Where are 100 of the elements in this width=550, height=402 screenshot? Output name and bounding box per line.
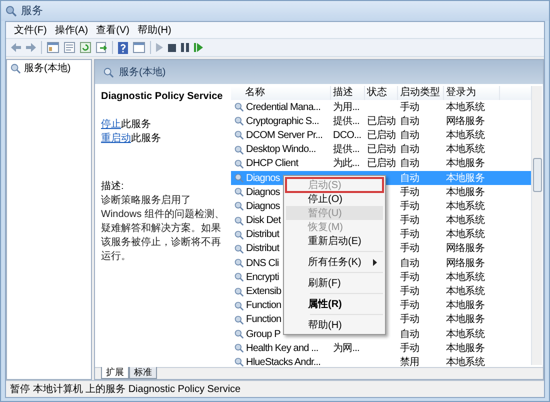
service-icon bbox=[234, 201, 244, 212]
table-cell-text: 本地服务 bbox=[446, 172, 484, 186]
menu-item[interactable]: 刷新(F) bbox=[286, 276, 383, 290]
service-icon bbox=[234, 130, 244, 140]
menu-item[interactable]: 帮助(H) bbox=[137, 22, 172, 38]
table-cell-text: DHCP Client bbox=[246, 157, 298, 172]
tab[interactable]: 标准 bbox=[129, 367, 157, 379]
service-icon bbox=[234, 272, 244, 282]
table-cell-text: Group P bbox=[246, 328, 280, 342]
table-cell-text: Function bbox=[246, 313, 282, 328]
service-icon bbox=[234, 286, 244, 297]
menu-item[interactable]: 查看(V) bbox=[96, 22, 130, 38]
service-icon bbox=[5, 5, 17, 17]
column-header[interactable]: 状态 bbox=[365, 86, 398, 100]
table-cell-text: 为此... bbox=[333, 156, 360, 172]
table-cell-text: 手动 bbox=[400, 312, 420, 328]
table-cell-text: 手动 bbox=[400, 200, 420, 214]
service-icon bbox=[10, 63, 21, 74]
service-icon bbox=[234, 314, 244, 325]
menu-item[interactable]: 重新启动(E) bbox=[286, 234, 383, 248]
menu-item[interactable]: 帮助(H) bbox=[286, 318, 383, 332]
table-cell-text: 手动 bbox=[400, 298, 420, 314]
service-title: Diagnostic Policy Service bbox=[101, 90, 224, 104]
table-cell-text: Distribut bbox=[246, 242, 280, 256]
service-icon bbox=[234, 116, 244, 126]
back-icon[interactable] bbox=[11, 43, 21, 52]
column-header[interactable]: 启动类型 bbox=[398, 86, 444, 100]
table-cell-text: 自动 bbox=[400, 128, 420, 143]
table-cell-text: Desktop Windo... bbox=[246, 143, 316, 158]
table-cell-text: 已启动 bbox=[367, 128, 396, 143]
export-icon[interactable] bbox=[96, 42, 107, 53]
window-title: 服务 bbox=[21, 4, 43, 19]
help-icon[interactable] bbox=[118, 42, 128, 54]
table-cell-text: 手动 bbox=[400, 186, 420, 200]
table-cell-text: 禁用 bbox=[400, 356, 420, 370]
service-icon bbox=[234, 102, 244, 112]
table-cell-text: Extensib bbox=[246, 285, 282, 300]
table-cell-text: 手动 bbox=[400, 270, 420, 285]
status-text: 暂停 本地计算机 上的服务 Diagnostic Policy Service bbox=[10, 382, 241, 396]
menu-item[interactable]: 文件(F) bbox=[14, 22, 47, 38]
table-cell-text: 手动 bbox=[400, 100, 420, 115]
window-icon[interactable] bbox=[133, 42, 145, 53]
scrollbar[interactable] bbox=[531, 86, 542, 365]
table-cell-text: 网络服务 bbox=[446, 114, 484, 129]
table-cell-text: 本地系统 bbox=[446, 270, 484, 285]
table-cell-text: 本地系统 bbox=[446, 142, 484, 158]
table-cell-text: 提供... bbox=[333, 114, 360, 129]
menu-item[interactable]: 操作(A) bbox=[54, 22, 88, 38]
table-cell-text: DCO... bbox=[333, 128, 362, 143]
forward-icon[interactable] bbox=[26, 43, 36, 52]
stop-icon[interactable] bbox=[168, 44, 176, 52]
table-cell-text: DCOM Server Pr... bbox=[246, 128, 323, 143]
table-cell-text: 自动 bbox=[400, 143, 420, 158]
table-cell-text: 已启动 bbox=[367, 142, 396, 158]
table-cell-text: 手动 bbox=[400, 214, 420, 228]
table-cell-text: 已启动 bbox=[367, 114, 396, 129]
menu-item[interactable]: 所有任务(K) bbox=[286, 255, 383, 269]
table-cell-text: Cryptographic S... bbox=[246, 114, 319, 129]
service-icon bbox=[103, 66, 114, 78]
service-icon bbox=[234, 244, 244, 254]
pause-icon[interactable] bbox=[181, 43, 189, 52]
table-cell-text: 本地服务 bbox=[446, 298, 484, 314]
table-cell-text: 本地系统 bbox=[446, 328, 484, 342]
properties-icon[interactable] bbox=[64, 42, 75, 53]
table-cell-text: 本地系统 bbox=[446, 128, 484, 143]
table-cell-text: 本地服务 bbox=[446, 156, 484, 172]
action-link[interactable]: 停止 bbox=[101, 119, 121, 130]
menu-item[interactable]: 属性(R) bbox=[286, 297, 383, 311]
table-cell-text: 自动 bbox=[400, 172, 420, 186]
column-header[interactable]: 名称 bbox=[231, 86, 331, 100]
refresh-icon[interactable] bbox=[80, 42, 91, 53]
table-cell-text: 本地系统 bbox=[446, 100, 484, 115]
table-cell-text: 自动 bbox=[400, 256, 420, 271]
service-icon bbox=[234, 258, 244, 268]
column-header[interactable]: 描述 bbox=[331, 86, 365, 100]
table-cell-text: 本地系统 bbox=[446, 356, 484, 370]
table-cell-text: 本地服务 bbox=[446, 342, 484, 356]
tree-item[interactable]: 服务(本地) bbox=[7, 61, 91, 76]
table-cell-text: 手动 bbox=[400, 228, 420, 242]
table-cell-text: 为网... bbox=[333, 342, 360, 356]
table-cell-text: 手动 bbox=[400, 242, 420, 256]
description-text: 诊断策略服务启用了 Windows 组件的问题检测、疑难解答和解决方案。如果该服务被停止，诊断将不再运行。 bbox=[101, 194, 226, 264]
play-icon[interactable] bbox=[156, 43, 163, 52]
service-icon bbox=[234, 230, 244, 240]
description-label: 描述: bbox=[101, 180, 125, 194]
menu-item[interactable]: 停止(O) bbox=[286, 192, 383, 206]
tab[interactable]: 扩展 bbox=[101, 367, 129, 379]
table-cell-text: Diagnos bbox=[246, 200, 280, 214]
table-cell-text: 自动 bbox=[400, 157, 420, 172]
table-cell-text: 本地系统 bbox=[446, 200, 484, 214]
table-cell-text: 手动 bbox=[400, 342, 420, 356]
table-cell-text: 已启动 bbox=[367, 156, 396, 172]
action-link[interactable]: 重启动 bbox=[101, 133, 131, 144]
service-icon bbox=[234, 173, 244, 184]
table-cell-text: 手动 bbox=[400, 284, 420, 300]
resume-icon[interactable] bbox=[194, 43, 203, 52]
column-header[interactable]: 登录为 bbox=[444, 86, 500, 100]
table-cell-text: 自动 bbox=[400, 114, 420, 129]
console-tree-icon[interactable] bbox=[47, 42, 59, 53]
table-cell-text: Encrypti bbox=[246, 270, 279, 285]
